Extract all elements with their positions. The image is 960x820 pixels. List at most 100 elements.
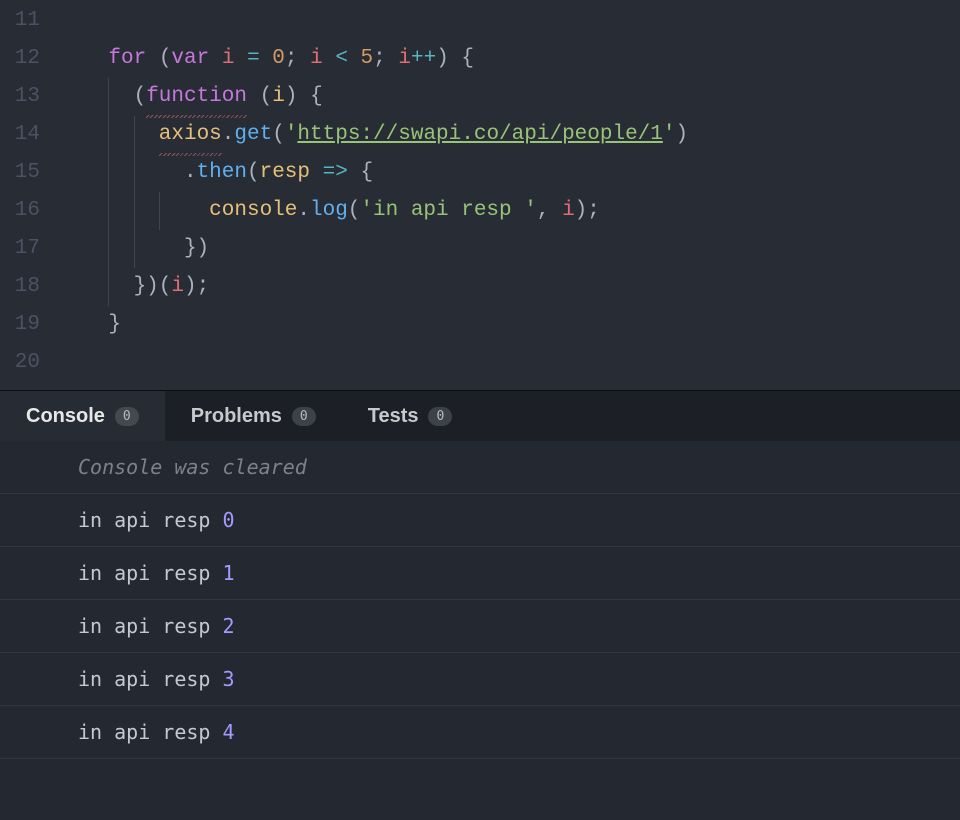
console-log-text: in api resp [78,720,223,744]
token-punct: { [360,154,373,192]
token-op: < [335,40,348,78]
token-punct: ( [159,40,172,78]
line-number: 19 [0,306,58,344]
token-punct: ) [436,40,449,78]
tab-label: Console [26,405,105,428]
token-punct: ; [373,40,386,78]
line-content: console.log('in api resp ', i); [58,192,600,230]
token-param: i [272,78,285,116]
token-punct: ( [272,116,285,154]
token-keyword: function [146,78,247,116]
line-content: (function (i) { [58,78,323,116]
token-punct: ; [587,192,600,230]
line-number: 12 [0,40,58,78]
line-number: 20 [0,344,58,382]
code-line[interactable]: 19} [0,306,960,344]
line-content: } [58,306,121,344]
tab-label: Problems [191,405,282,428]
console-log-text: in api resp [78,667,223,691]
token-punct: . [297,192,310,230]
token-func: log [310,192,348,230]
token-func: then [197,154,247,192]
line-number: 17 [0,230,58,268]
token-punct: ( [260,78,273,116]
tab-problems[interactable]: Problems0 [165,391,342,441]
token-punct: ( [134,78,147,116]
token-punct: ( [247,154,260,192]
line-number: 13 [0,78,58,116]
token-keyword: var [171,40,209,78]
token-var: i [222,40,235,78]
line-number: 14 [0,116,58,154]
line-content: }) [58,230,209,268]
console-output[interactable]: Console was clearedin api resp 0in api r… [0,441,960,820]
token-num: 5 [361,40,374,78]
console-log-number: 1 [223,561,235,585]
tab-count-badge: 0 [428,407,452,426]
console-log-row[interactable]: in api resp 0 [0,494,960,547]
console-log-number: 4 [223,720,235,744]
code-line[interactable]: 11 [0,2,960,40]
line-content: axios.get('https://swapi.co/api/people/1… [58,116,688,154]
token-punct: ; [285,40,298,78]
token-url: https://swapi.co/api/people/1 [297,116,662,154]
token-str: ' [663,116,676,154]
token-op: => [323,154,348,192]
code-line[interactable]: 15.then(resp => { [0,154,960,192]
panel-tabs: Console 0 Problems0 Tests 0 [0,390,960,441]
console-log-text: in api resp [78,508,223,532]
token-punct: ( [348,192,361,230]
token-param: resp [260,154,310,192]
code-line[interactable]: 14axios.get('https://swapi.co/api/people… [0,116,960,154]
token-str: 'in api resp ' [360,192,536,230]
token-obj: console [209,192,297,230]
tab-count-badge: 0 [115,407,139,426]
code-line[interactable]: 18})(i); [0,268,960,306]
token-punct: { [310,78,323,116]
token-punct: ); [184,268,209,306]
console-log-text: in api resp [78,561,223,585]
token-punct: . [222,116,235,154]
tab-label: Tests [368,405,419,428]
token-var: i [398,40,411,78]
line-number: 11 [0,2,58,40]
console-log-row[interactable]: in api resp 3 [0,653,960,706]
code-line[interactable]: 16console.log('in api resp ', i); [0,192,960,230]
token-punct: } [108,306,121,344]
line-content: for (var i = 0; i < 5; i++) { [58,40,474,78]
console-log-row[interactable]: in api resp 1 [0,547,960,600]
token-punct: . [184,154,197,192]
line-content: .then(resp => { [58,154,373,192]
code-line[interactable]: 13(function (i) { [0,78,960,116]
code-line[interactable]: 17}) [0,230,960,268]
token-punct: ) [575,192,588,230]
code-editor[interactable]: 1112for (var i = 0; i < 5; i++) {13(func… [0,0,960,390]
console-log-number: 2 [223,614,235,638]
console-log-text: in api resp [78,614,223,638]
token-var: i [562,192,575,230]
token-str: ' [285,116,298,154]
token-obj: axios [159,116,222,154]
tab-tests[interactable]: Tests 0 [342,391,479,441]
line-content: })(i); [58,268,209,306]
line-number: 16 [0,192,58,230]
token-punct: ) [676,116,689,154]
code-line[interactable]: 20 [0,344,960,382]
console-log-number: 3 [223,667,235,691]
console-cleared-message: Console was cleared [0,441,960,494]
token-op: ++ [411,40,436,78]
token-op: = [247,40,260,78]
code-line[interactable]: 12for (var i = 0; i < 5; i++) { [0,40,960,78]
token-punct: , [537,192,550,230]
console-log-row[interactable]: in api resp 2 [0,600,960,653]
token-func: get [234,116,272,154]
console-log-row[interactable]: in api resp 4 [0,706,960,759]
token-punct: }) [184,230,209,268]
token-punct: ) [285,78,298,116]
token-punct: })( [134,268,172,306]
line-number: 15 [0,154,58,192]
tab-console[interactable]: Console 0 [0,391,165,441]
token-punct: { [461,40,474,78]
line-number: 18 [0,268,58,306]
token-var: i [310,40,323,78]
